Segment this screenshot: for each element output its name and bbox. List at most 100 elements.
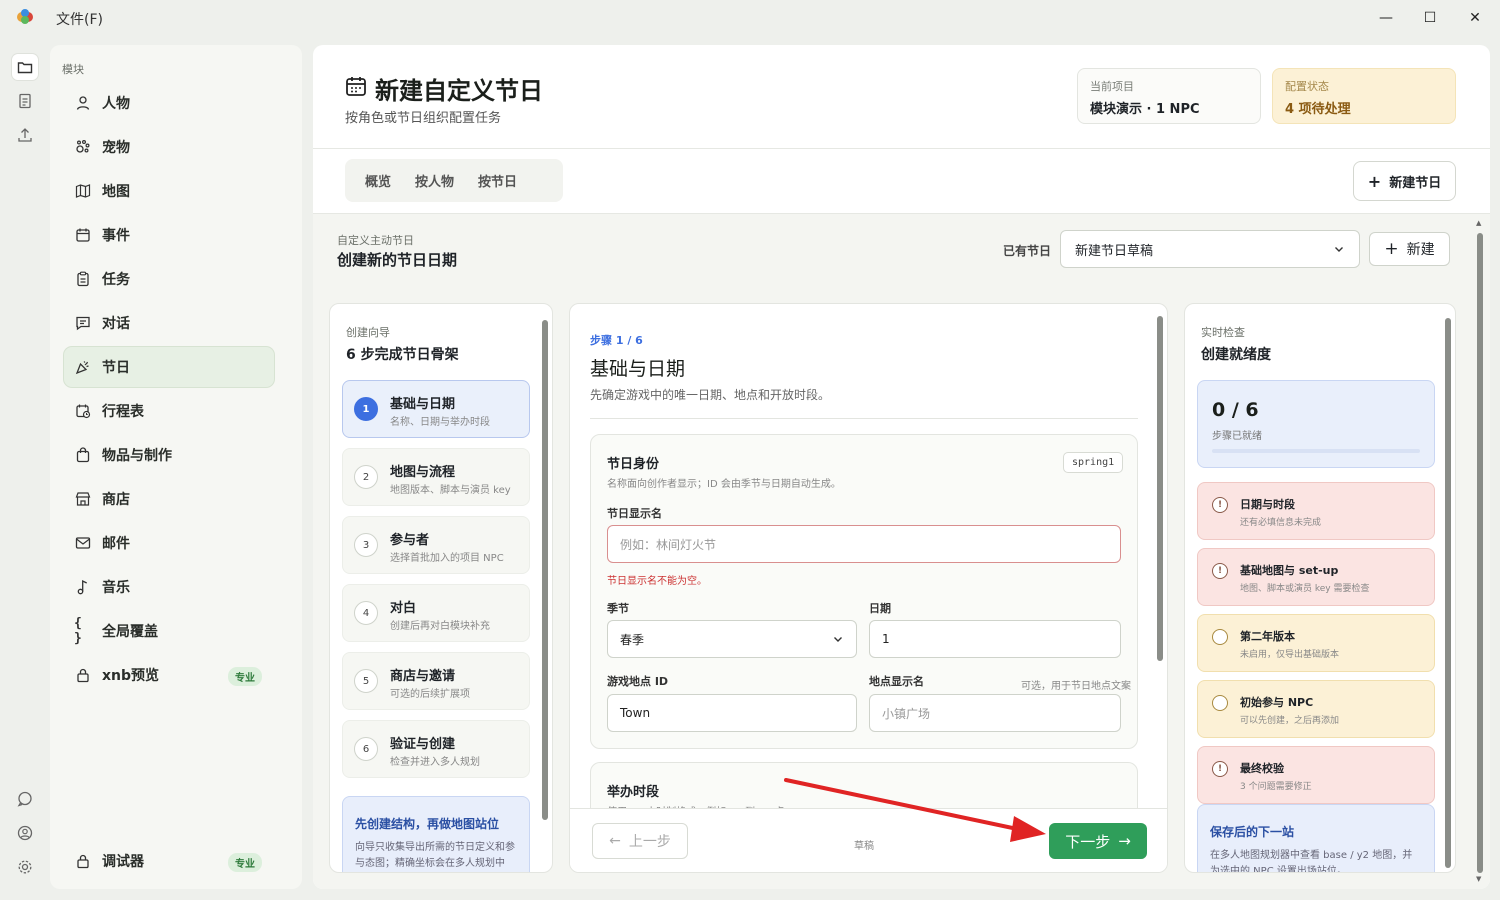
calendar-icon — [74, 226, 92, 244]
sidebar-item-events[interactable]: 事件 — [64, 215, 274, 255]
sidebar-item-pets[interactable]: 宠物 — [64, 127, 274, 167]
sidebar-item-xnb-preview[interactable]: xnb预览 专业 — [64, 655, 274, 695]
check-title: 初始参与 NPC — [1240, 696, 1314, 709]
tab-by-character[interactable]: 按人物 — [403, 171, 466, 190]
form-scrollbar[interactable] — [1157, 310, 1163, 868]
tab-overview[interactable]: 概览 — [353, 171, 403, 190]
readiness-title: 创建就绪度 — [1201, 347, 1271, 363]
braces-icon: { } — [74, 616, 82, 646]
wizard-step-3[interactable]: 3 参与者 选择首批加入的项目 NPC — [342, 516, 530, 574]
sidebar-item-label: 任务 — [102, 272, 130, 288]
check-item-map-setup[interactable]: ! 基础地图与 set-up 地图、脚本或演员 key 需要检查 — [1197, 548, 1435, 606]
location-id-input[interactable]: Town — [607, 694, 857, 732]
wizard-scrollbar[interactable] — [542, 310, 548, 868]
check-item-final-validation[interactable]: ! 最终校验 3 个问题需要修正 — [1197, 746, 1435, 804]
scrollbar-thumb[interactable] — [542, 320, 548, 820]
next-step-button[interactable]: 下一步 → — [1049, 823, 1147, 859]
wizard-step-5[interactable]: 5 商店与邀请 可选的后续扩展项 — [342, 652, 530, 710]
day-label: 日期 — [869, 602, 891, 615]
step-desc: 可选的后续扩展项 — [390, 689, 470, 700]
readiness-count: 0 / 6 — [1212, 399, 1259, 421]
check-item-date-time[interactable]: ! 日期与时段 还有必填信息未完成 — [1197, 482, 1435, 540]
sidebar-item-label: 邮件 — [102, 536, 130, 552]
check-title: 第二年版本 — [1240, 630, 1295, 643]
file-menu[interactable]: 文件(F) — [56, 9, 103, 29]
view-tabs: 概览 按人物 按节日 — [345, 159, 563, 202]
chat-icon — [74, 314, 92, 332]
season-select[interactable]: 春季 — [607, 620, 857, 658]
tab-by-festival[interactable]: 按节日 — [466, 171, 529, 190]
display-name-error: 节日显示名不能为空。 — [607, 576, 707, 587]
sidebar-item-items-crafting[interactable]: 物品与制作 — [64, 435, 274, 475]
sidebar-item-debugger[interactable]: 调试器 专业 — [64, 841, 274, 881]
wizard-step-1[interactable]: 1 基础与日期 名称、日期与举办时段 — [342, 380, 530, 438]
schedule-icon — [74, 402, 92, 420]
icon-rail — [8, 48, 42, 890]
app-logo-icon — [17, 9, 33, 24]
plus-icon: + — [1384, 239, 1399, 259]
readiness-progress-bar — [1212, 449, 1420, 453]
sidebar-item-festivals[interactable]: 节日 — [64, 347, 274, 387]
check-item-year2[interactable]: 第二年版本 未启用，仅导出基础版本 — [1197, 614, 1435, 672]
new-button[interactable]: + 新建 — [1369, 232, 1450, 266]
upload-icon[interactable] — [12, 122, 38, 148]
chat-bubble-icon[interactable] — [12, 786, 38, 812]
section-eyebrow: 自定义主动节日 — [337, 234, 414, 247]
location-name-input[interactable]: 小镇广场 — [869, 694, 1121, 732]
display-name-input[interactable]: 例如：林间灯火节 — [607, 525, 1121, 563]
step-desc: 地图版本、脚本与演员 key — [390, 485, 511, 496]
sidebar-item-mail[interactable]: 邮件 — [64, 523, 274, 563]
wizard-step-4[interactable]: 4 对白 创建后再对白模块补充 — [342, 584, 530, 642]
account-icon[interactable] — [12, 820, 38, 846]
sidebar-item-quests[interactable]: 任务 — [64, 259, 274, 299]
scrollbar-thumb[interactable] — [1157, 316, 1163, 661]
arrow-left-icon: ← — [609, 833, 621, 849]
location-name-hint: 可选，用于节日地点文案 — [1021, 681, 1131, 692]
wizard-step-2[interactable]: 2 地图与流程 地图版本、脚本与演员 key — [342, 448, 530, 506]
sidebar-item-label: 音乐 — [102, 580, 130, 596]
check-desc: 地图、脚本或演员 key 需要检查 — [1240, 584, 1370, 594]
sidebar-item-label: xnb预览 — [102, 668, 160, 684]
scrollbar-thumb[interactable] — [1477, 233, 1483, 873]
readiness-summary-card: 0 / 6 步骤已就绪 — [1197, 380, 1435, 468]
step-title: 验证与创建 — [390, 737, 456, 752]
card-desc: 名称面向创作者显示；ID 会由季节与日期自动生成。 — [607, 479, 841, 490]
step-desc: 名称、日期与举办时段 — [390, 417, 490, 428]
check-item-initial-npc[interactable]: 初始参与 NPC 可以先创建，之后再添加 — [1197, 680, 1435, 738]
sidebar-item-global-overrides[interactable]: { } 全局覆盖 — [64, 611, 274, 651]
maximize-button[interactable]: ☐ — [1418, 6, 1442, 30]
minimize-button[interactable]: — — [1374, 6, 1398, 30]
main-panel: 新建自定义节日 按角色或节日组织配置任务 当前项目 模块演示 · 1 NPC 配… — [313, 45, 1490, 889]
sidebar-item-shops[interactable]: 商店 — [64, 479, 274, 519]
document-icon[interactable] — [12, 88, 38, 114]
close-button[interactable]: ✕ — [1463, 6, 1487, 30]
content-scrollbar[interactable]: ▲ ▼ — [1476, 219, 1484, 884]
day-input[interactable]: 1 — [869, 620, 1121, 658]
step-number: 6 — [354, 737, 378, 761]
scrollbar-thumb[interactable] — [1445, 318, 1451, 868]
display-name-label: 节日显示名 — [607, 507, 662, 520]
plus-icon: + — [1367, 171, 1382, 191]
section-title: 创建新的节日日期 — [337, 251, 458, 269]
alert-icon: ! — [1212, 761, 1228, 777]
sidebar-section-label: 模块 — [62, 63, 84, 76]
clipboard-icon — [74, 270, 92, 288]
store-icon — [74, 490, 92, 508]
sidebar-item-schedules[interactable]: 行程表 — [64, 391, 274, 431]
sidebar-item-label: 全局覆盖 — [102, 624, 158, 640]
pro-badge: 专业 — [228, 667, 262, 686]
existing-festival-select[interactable]: 新建节日草稿 — [1060, 230, 1360, 268]
folder-icon[interactable] — [12, 54, 38, 80]
settings-gear-icon[interactable] — [12, 854, 38, 880]
sidebar-item-maps[interactable]: 地图 — [64, 171, 274, 211]
map-icon — [74, 182, 92, 200]
scroll-down-icon: ▼ — [1476, 875, 1482, 883]
step-indicator: 步骤 1 / 6 — [590, 334, 643, 347]
sidebar-item-music[interactable]: 音乐 — [64, 567, 274, 607]
sidebar-item-characters[interactable]: 人物 — [64, 83, 274, 123]
readiness-scrollbar[interactable] — [1445, 310, 1451, 868]
sidebar-item-dialogue[interactable]: 对话 — [64, 303, 274, 343]
wizard-step-6[interactable]: 6 验证与创建 检查并进入多人规划 — [342, 720, 530, 778]
prev-step-button[interactable]: ← 上一步 — [592, 823, 688, 859]
new-festival-button[interactable]: + 新建节日 — [1353, 161, 1456, 201]
